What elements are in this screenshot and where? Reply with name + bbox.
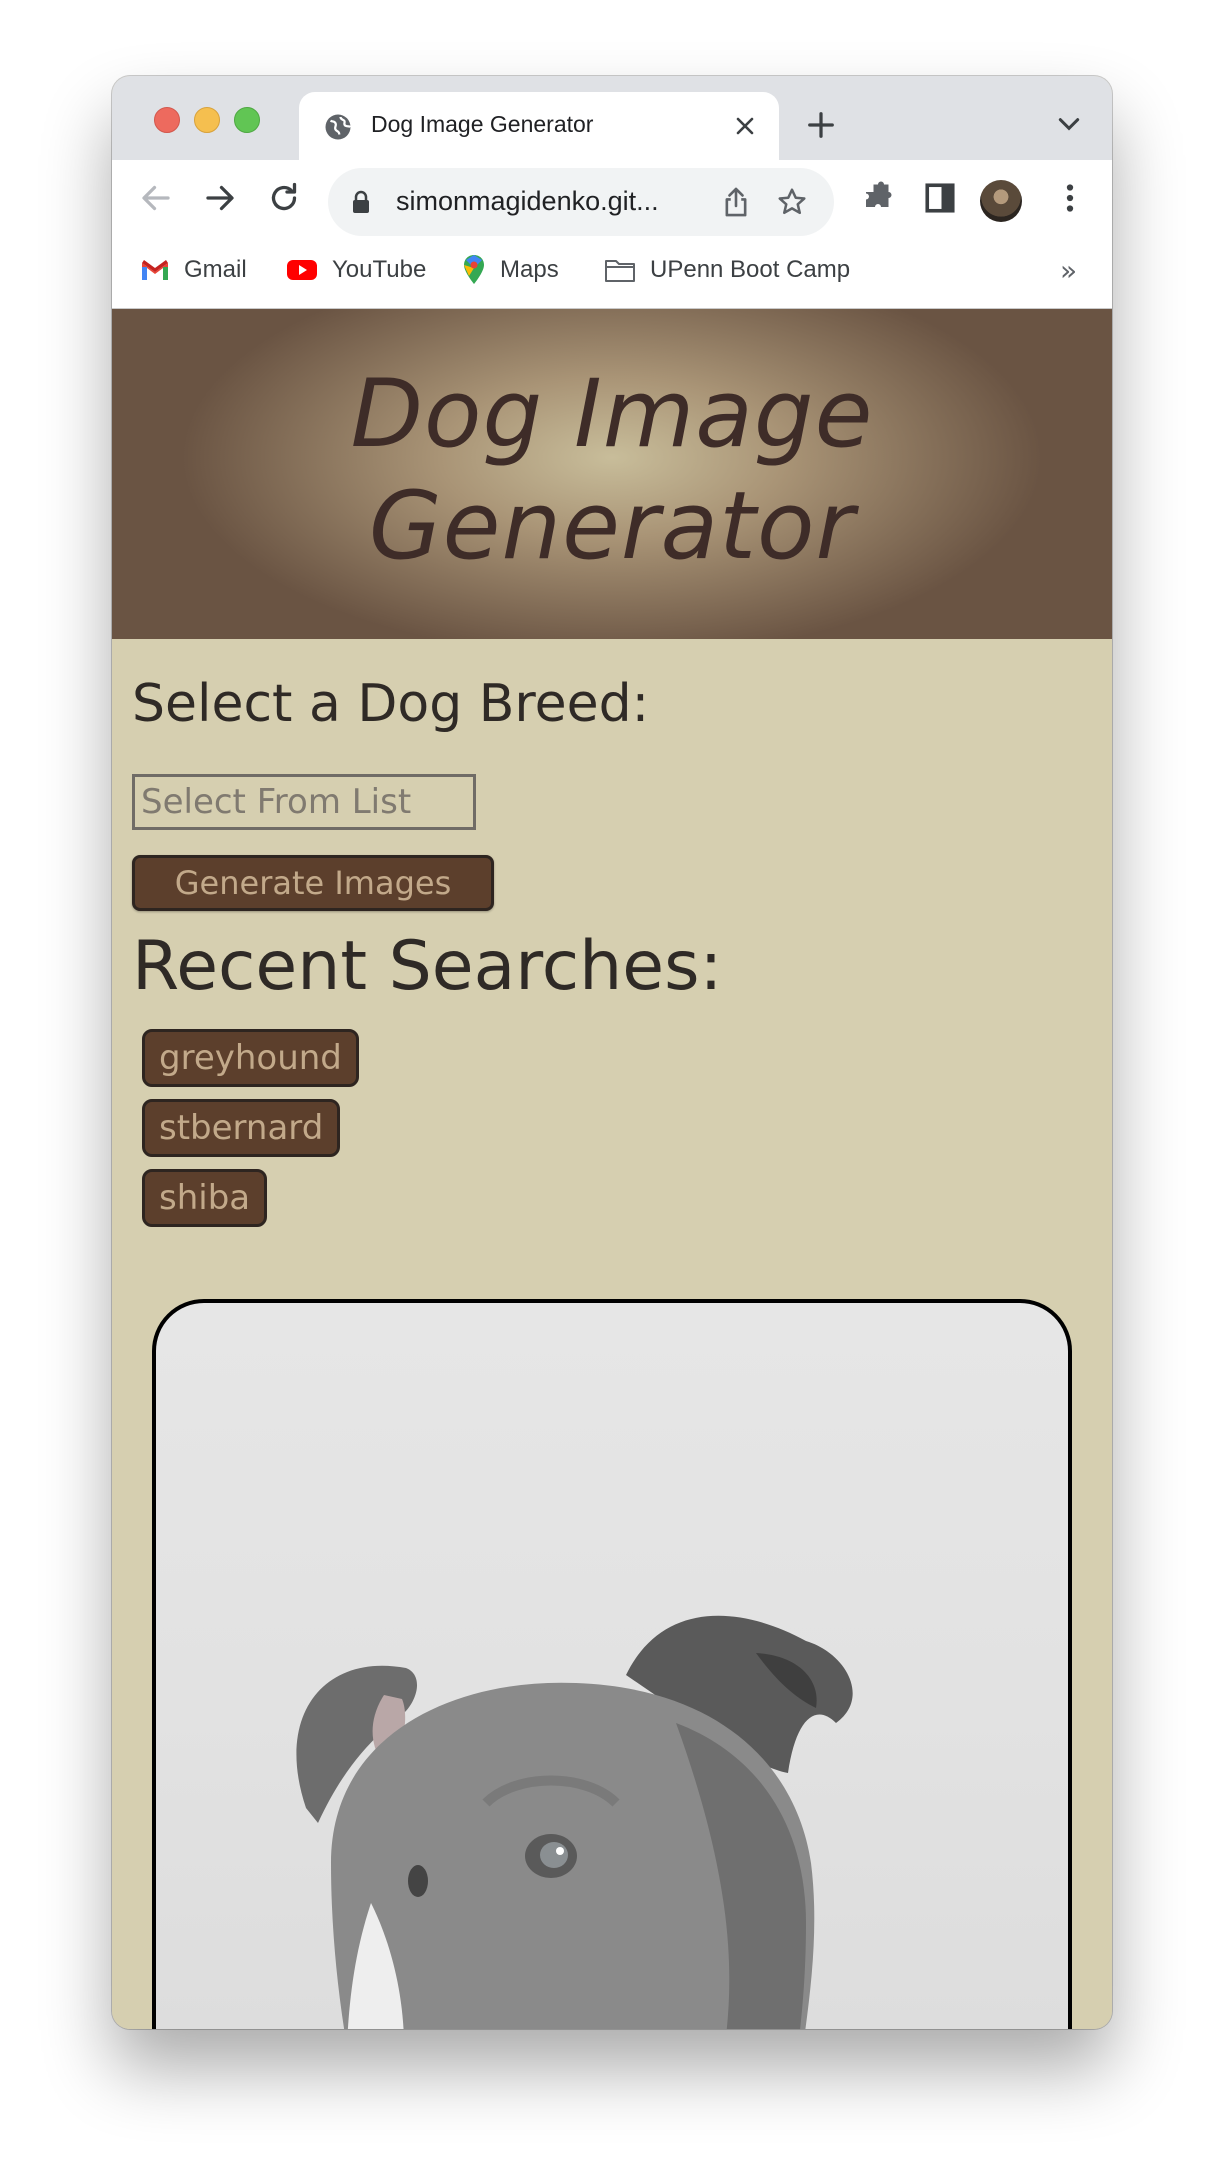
folder-icon [605, 260, 635, 282]
share-icon[interactable] [720, 185, 752, 219]
bookmark-gmail[interactable]: Gmail [140, 250, 247, 290]
reload-icon[interactable] [266, 180, 302, 216]
recent-search-button[interactable]: stbernard [142, 1099, 341, 1157]
forward-arrow-icon[interactable] [202, 180, 238, 216]
bookmark-youtube[interactable]: YouTube [286, 250, 426, 290]
more-bookmarks-chevron[interactable]: » [1060, 254, 1077, 287]
address-bar[interactable]: simonmagidenko.git... [328, 168, 834, 236]
browser-window: Dog Image Generator simonmagidenko.git..… [112, 76, 1112, 2029]
page-title-line1: Dog Image [350, 360, 874, 469]
active-tab[interactable]: Dog Image Generator [299, 92, 779, 160]
side-panel-icon[interactable] [922, 180, 958, 216]
close-window-button[interactable] [154, 107, 180, 133]
page-title-line2: Generator [368, 472, 856, 581]
bookmark-label: UPenn Boot Camp [650, 256, 851, 283]
url-text[interactable]: simonmagidenko.git... [396, 186, 659, 217]
maps-icon [464, 255, 484, 284]
close-tab-icon[interactable] [733, 114, 757, 138]
generate-images-button[interactable]: Generate Images [132, 855, 494, 911]
recent-searches-list: greyhound stbernard shiba [142, 1029, 359, 1239]
bookmarks-bar: Gmail YouTube Maps UPenn Boot Camp » [112, 236, 1112, 309]
chevron-down-icon[interactable] [1056, 114, 1082, 134]
tab-bar: Dog Image Generator [112, 76, 1112, 160]
web-page: Dog Image Generator Select a Dog Breed: … [112, 309, 1112, 2029]
profile-avatar[interactable] [980, 180, 1022, 222]
youtube-icon [287, 260, 317, 280]
bookmark-maps[interactable]: Maps [462, 250, 559, 290]
breed-select-input[interactable]: Select From List [132, 774, 476, 830]
new-tab-icon[interactable] [806, 110, 836, 140]
dog-image-card [152, 1299, 1072, 2029]
browser-toolbar: simonmagidenko.git... [112, 160, 1112, 236]
back-arrow-icon[interactable] [138, 180, 174, 216]
globe-icon [325, 114, 352, 140]
bookmark-label: Gmail [184, 256, 247, 283]
dog-photo [296, 1615, 853, 2029]
kebab-menu-icon[interactable] [1052, 180, 1088, 216]
minimize-window-button[interactable] [194, 107, 220, 133]
extensions-puzzle-icon[interactable] [860, 180, 896, 216]
recent-search-button[interactable]: shiba [142, 1169, 268, 1227]
tab-title: Dog Image Generator [371, 111, 594, 137]
maximize-window-button[interactable] [234, 107, 260, 133]
gmail-icon [142, 260, 168, 280]
bookmark-star-icon[interactable] [776, 186, 808, 218]
hero-banner: Dog Image Generator [112, 309, 1112, 639]
lock-icon[interactable] [350, 190, 372, 214]
recent-search-button[interactable]: greyhound [142, 1029, 359, 1087]
page-title: Dog Image Generator [112, 359, 1112, 583]
bookmark-label: YouTube [332, 256, 427, 283]
recent-searches-heading: Recent Searches: [132, 927, 723, 1006]
bookmark-upenn-boot-camp[interactable]: UPenn Boot Camp [604, 250, 850, 290]
bookmark-label: Maps [500, 256, 559, 283]
select-breed-label: Select a Dog Breed: [132, 674, 650, 734]
